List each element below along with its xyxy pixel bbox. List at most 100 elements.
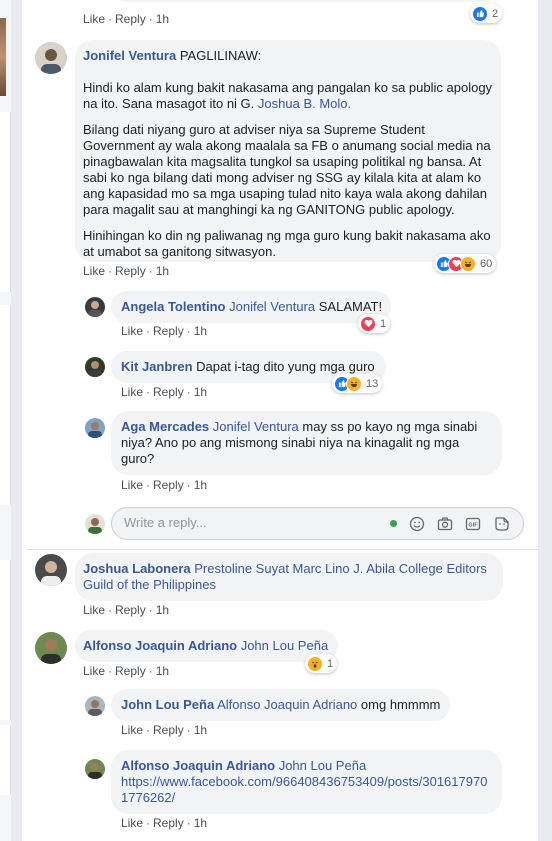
reply-composer[interactable]: GIF: [111, 507, 524, 540]
love-reaction-icon: [360, 315, 376, 332]
like-link[interactable]: Like: [121, 385, 143, 399]
reply-link[interactable]: Reply: [153, 723, 184, 737]
reply-text: Dapat i-tag dito yung mga guro: [196, 359, 375, 374]
comment-heading: PAGLILINAW:: [179, 48, 262, 63]
timestamp[interactable]: 1h: [156, 664, 169, 678]
left-card: [0, 560, 11, 720]
comment-bubble: Alfonso Joaquin Adriano John Lou Peña: [75, 630, 338, 662]
reply-link[interactable]: Reply: [115, 12, 146, 26]
avatar[interactable]: [35, 554, 67, 586]
comment-meta: Like · Reply · 1h: [83, 264, 170, 278]
avatar[interactable]: [85, 297, 105, 317]
reaction-summary[interactable]: 60: [434, 254, 497, 273]
mention-link[interactable]: John Lou Peña: [241, 638, 328, 653]
haha-reaction-icon: [460, 255, 476, 272]
comment-meta: Like · Reply · 1h: [121, 723, 208, 737]
left-card: [0, 725, 11, 795]
reply-bubble: Alfonso Joaquin Adriano John Lou Peña ht…: [111, 750, 502, 814]
reaction-count: 1: [380, 317, 387, 330]
author-name[interactable]: Alfonso Joaquin Adriano: [83, 638, 237, 653]
author-name[interactable]: John Lou Peña: [121, 697, 214, 712]
like-link[interactable]: Like: [83, 264, 105, 278]
reply-bubble: John Lou Peña Alfonso Joaquin Adriano om…: [111, 689, 450, 721]
like-link[interactable]: Like: [83, 603, 105, 617]
reaction-summary[interactable]: 1: [305, 654, 338, 673]
avatar[interactable]: [85, 696, 105, 716]
comment-meta: Like · Reply · 1h: [121, 385, 208, 399]
author-name[interactable]: Alfonso Joaquin Adriano: [121, 758, 275, 773]
reaction-summary[interactable]: 1: [358, 314, 391, 333]
author-name[interactable]: Aga Mercades: [121, 419, 209, 434]
author-name[interactable]: Kit Janbren: [121, 359, 193, 374]
reply-text: omg hmmmm: [360, 697, 441, 712]
timestamp[interactable]: 1h: [194, 324, 207, 338]
left-card: [0, 112, 11, 292]
reaction-summary[interactable]: 13: [332, 374, 383, 393]
reply-link[interactable]: Reply: [115, 664, 146, 678]
reply-link[interactable]: Reply: [153, 478, 184, 492]
thread-divider: [27, 549, 538, 550]
avatar[interactable]: [85, 418, 105, 438]
timestamp[interactable]: 1h: [156, 12, 169, 26]
avatar[interactable]: [85, 759, 105, 779]
reply-link[interactable]: Reply: [115, 603, 146, 617]
online-status-dot: [390, 520, 397, 527]
mention-link[interactable]: John Lou Peña: [279, 758, 366, 773]
like-link[interactable]: Like: [121, 478, 143, 492]
like-link[interactable]: Like: [121, 816, 143, 830]
reply-input[interactable]: [124, 515, 374, 530]
timestamp[interactable]: 1h: [194, 723, 207, 737]
comment-meta: Like · Reply · 1h: [121, 478, 208, 492]
comment-meta: Like · Reply · 1h: [83, 664, 170, 678]
wow-reaction-icon: [307, 655, 323, 672]
reply-bubble: Angela Tolentino Jonifel Ventura SALAMAT…: [111, 291, 391, 323]
timestamp[interactable]: 1h: [194, 478, 207, 492]
reply-text: SALAMAT!: [318, 299, 383, 314]
reply-bubble: Aga Mercades Jonifel Ventura may ss po k…: [111, 411, 502, 475]
timestamp[interactable]: 1h: [194, 385, 207, 399]
mention-link[interactable]: Alfonso Joaquin Adriano: [217, 697, 357, 712]
author-name[interactable]: Jonifel Ventura: [83, 48, 176, 63]
reply-link[interactable]: Reply: [153, 816, 184, 830]
comment-paragraph: Hinihingan ko din ng paliwanag ng mga gu…: [83, 228, 491, 259]
reaction-count: 2: [492, 7, 499, 20]
comment-bubble: Joshua Labonera Prestoline Suyat Marc Li…: [75, 553, 503, 601]
author-name[interactable]: Joshua Labonera: [83, 561, 191, 576]
timestamp[interactable]: 1h: [156, 264, 169, 278]
gif-icon[interactable]: GIF: [465, 516, 481, 532]
svg-text:GIF: GIF: [468, 523, 478, 529]
timestamp[interactable]: 1h: [156, 603, 169, 617]
haha-reaction-icon: [346, 375, 362, 392]
avatar[interactable]: [35, 632, 67, 664]
reaction-count: 1: [327, 657, 334, 670]
like-link[interactable]: Like: [83, 12, 105, 26]
reaction-summary[interactable]: 2: [470, 4, 503, 23]
left-card: [0, 305, 11, 505]
like-link[interactable]: Like: [83, 664, 105, 678]
reply-link[interactable]: Reply: [153, 324, 184, 338]
like-link[interactable]: Like: [121, 723, 143, 737]
camera-icon[interactable]: [437, 516, 453, 532]
sticker-icon[interactable]: [494, 516, 510, 532]
like-reaction-icon: [472, 5, 488, 22]
like-link[interactable]: Like: [121, 324, 143, 338]
author-name[interactable]: Angela Tolentino: [121, 299, 225, 314]
timestamp[interactable]: 1h: [194, 816, 207, 830]
comment-bubble: Jonifel Ventura PAGLILINAW: Hindi ko ala…: [75, 40, 501, 262]
avatar[interactable]: [85, 357, 105, 377]
current-user-avatar[interactable]: [85, 514, 105, 534]
mention-link[interactable]: Jonifel Ventura: [213, 419, 299, 434]
comment-meta: Like · Reply · 1h: [83, 12, 170, 26]
right-gutter: [538, 0, 552, 841]
mention-link[interactable]: Joshua B. Molo.: [258, 96, 351, 111]
reply-link[interactable]: Reply: [153, 385, 184, 399]
comment-paragraph: Hindi ko alam kung bakit nakasama ang pa…: [83, 80, 493, 111]
emoji-icon[interactable]: [409, 516, 425, 532]
reaction-count: 60: [480, 257, 493, 270]
left-photo-thumbnail[interactable]: [0, 18, 6, 96]
shared-url-link[interactable]: https://www.facebook.com/966408436753409…: [121, 774, 487, 805]
avatar[interactable]: [35, 42, 67, 74]
reply-link[interactable]: Reply: [115, 264, 146, 278]
comment-meta: Like · Reply · 1h: [121, 816, 208, 830]
mention-link[interactable]: Jonifel Ventura: [229, 299, 315, 314]
